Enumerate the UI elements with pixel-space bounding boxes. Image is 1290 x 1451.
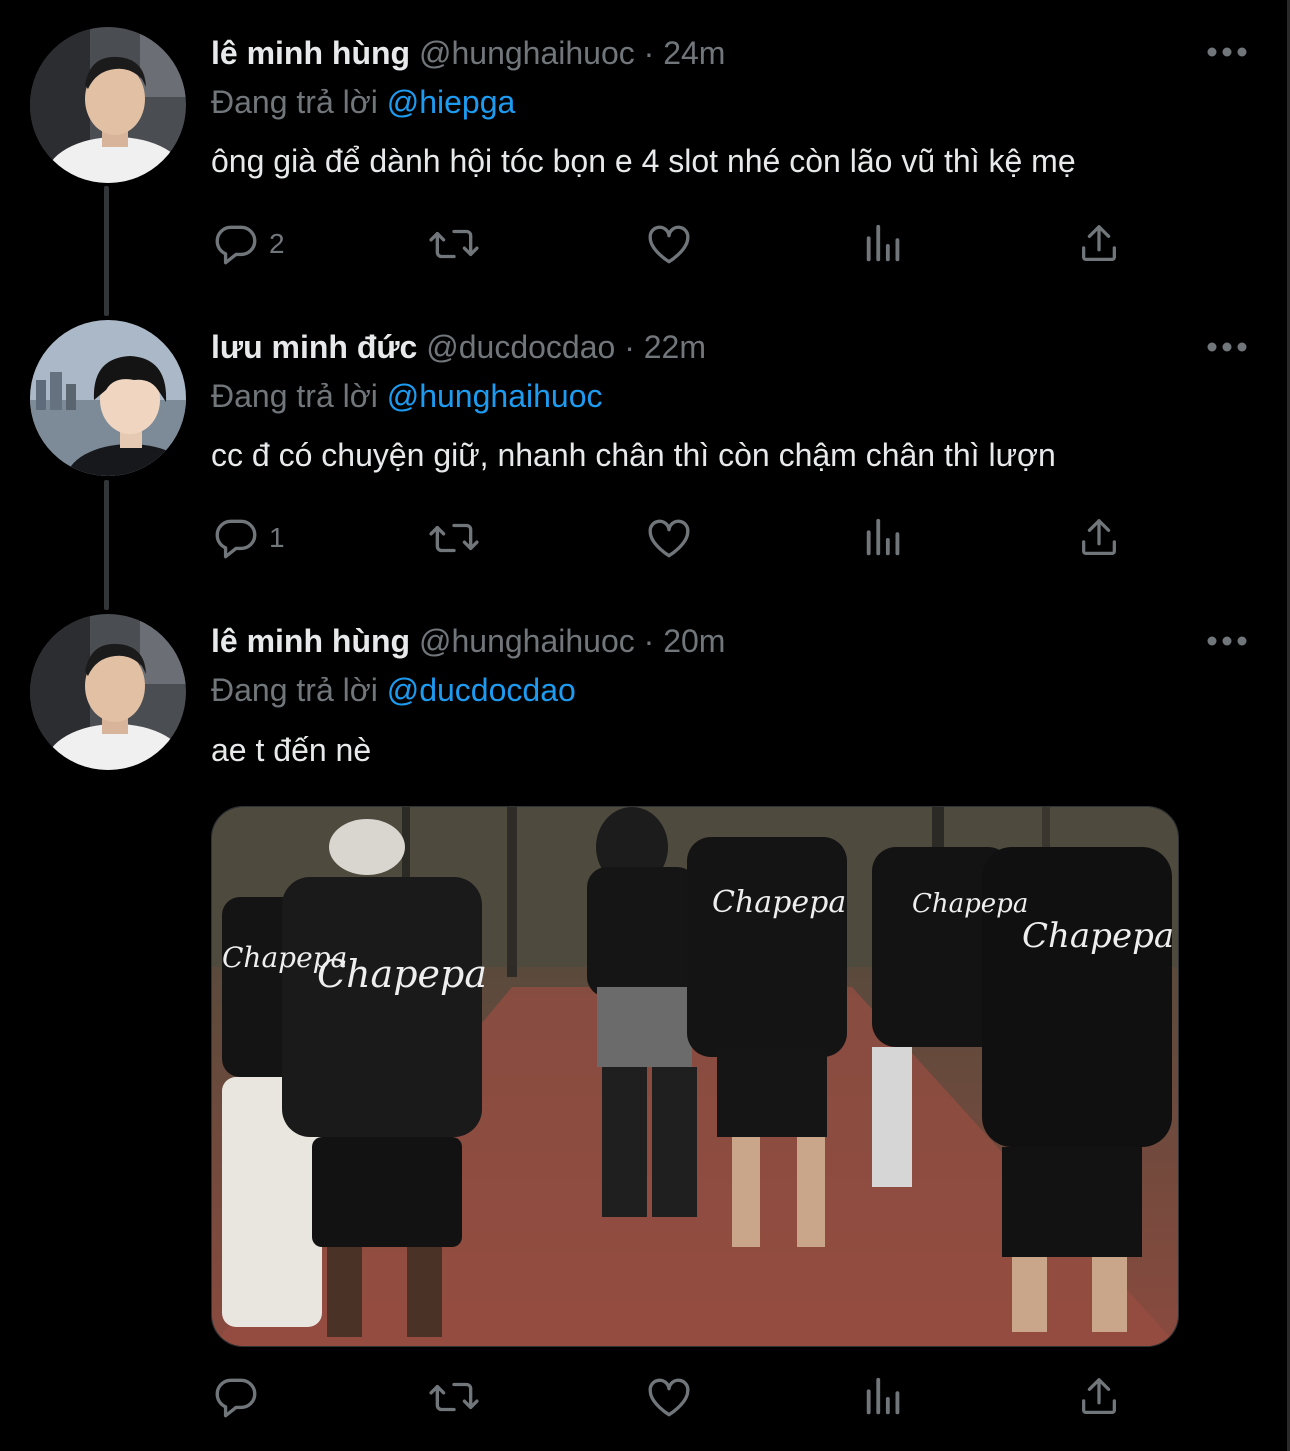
tweet-text: cc đ có chuyện giữ, nhanh chân thì còn c… [211,437,1056,473]
heart-icon [648,519,690,558]
separator-dot: · [643,623,655,659]
retweet-button[interactable] [426,216,482,272]
timestamp[interactable]: 20m [663,623,725,659]
share-button[interactable] [1076,510,1122,566]
action-bar [211,1369,1141,1425]
mention-link[interactable]: @hiepga [387,84,516,120]
views-button[interactable] [861,216,907,272]
timestamp[interactable]: 22m [644,329,706,365]
tweet[interactable]: lê minh hùng @hunghaihuoc · 20m Đang trả… [0,600,1287,1451]
action-bar: 2 [211,216,1141,272]
replying-to: Đang trả lời @hunghaihuoc [211,376,602,416]
views-button[interactable] [861,510,907,566]
share-icon [1082,1378,1116,1414]
tweet-text: ông già để dành hội tóc bọn e 4 slot nhé… [211,143,1076,179]
tweet-header: lê minh hùng @hunghaihuoc · 24m [211,33,725,73]
views-button[interactable] [861,1369,907,1425]
reply-bubble-icon [215,1378,257,1418]
shirt-logo-text: Chapepa [712,885,846,920]
more-horizontal-icon[interactable] [1206,337,1248,357]
tweet-header: lê minh hùng @hunghaihuoc · 20m [211,621,725,661]
share-button[interactable] [1076,216,1122,272]
replying-to-label: Đang trả lời [211,84,387,120]
like-button[interactable] [644,510,694,566]
thread-view: lê minh hùng @hunghaihuoc · 24m Đang trả… [0,0,1290,1451]
like-button[interactable] [644,216,694,272]
tweet-text: ae t đến nè [211,732,372,768]
heart-icon [648,225,690,264]
replying-to-label: Đang trả lời [211,378,387,414]
reply-bubble-icon [215,225,257,265]
share-icon [1082,519,1116,555]
mention-link[interactable]: @hunghaihuoc [387,378,603,414]
tweet-media-video[interactable]: Chapepa Chapepa Chapepa Chapepa Chapepa [211,806,1179,1347]
like-button[interactable] [644,1369,694,1425]
username[interactable]: @hunghaihuoc [419,35,635,71]
display-name[interactable]: lê minh hùng [211,35,410,71]
reply-count: 1 [269,522,285,553]
mention-link[interactable]: @ducdocdao [387,672,576,708]
tweet[interactable]: lưu minh đức @ducdocdao · 22m Đang trả l… [0,300,1287,600]
reply-button[interactable]: 1 [211,510,285,566]
replying-to: Đang trả lời @ducdocdao [211,670,576,710]
avatar[interactable] [30,614,186,770]
shirt-logo-text: Chapepa [912,889,1028,919]
display-name[interactable]: lưu minh đức [211,329,417,365]
views-bar-chart-icon [866,1377,900,1415]
retweet-icon [429,229,479,259]
media-image: Chapepa Chapepa Chapepa Chapepa Chapepa [212,807,1178,1346]
more-horizontal-icon[interactable] [1206,631,1248,651]
avatar[interactable] [30,27,186,183]
username[interactable]: @ducdocdao [426,329,615,365]
reply-button[interactable]: 2 [211,216,285,272]
shirt-logo-text: Chapepa [1022,916,1174,956]
share-button[interactable] [1076,1369,1122,1425]
retweet-icon [429,1382,479,1412]
avatar[interactable] [30,320,186,476]
reply-count: 2 [269,228,285,259]
replying-to: Đang trả lời @hiepga [211,82,515,122]
tweet[interactable]: lê minh hùng @hunghaihuoc · 24m Đang trả… [0,0,1287,300]
tweet-header: lưu minh đức @ducdocdao · 22m [211,327,706,367]
username[interactable]: @hunghaihuoc [419,623,635,659]
retweet-button[interactable] [426,1369,482,1425]
views-bar-chart-icon [866,224,900,262]
replying-to-label: Đang trả lời [211,672,387,708]
separator-dot: · [624,329,635,365]
share-icon [1082,225,1116,261]
heart-icon [648,1378,690,1417]
reply-button[interactable] [211,1369,269,1425]
views-bar-chart-icon [866,518,900,556]
display-name[interactable]: lê minh hùng [211,623,410,659]
separator-dot: · [643,35,655,71]
more-horizontal-icon[interactable] [1206,42,1248,62]
reply-bubble-icon [215,519,257,559]
retweet-button[interactable] [426,510,482,566]
action-bar: 1 [211,510,1141,566]
shirt-logo-text: Chapepa [222,941,347,974]
retweet-icon [429,523,479,553]
timestamp[interactable]: 24m [663,35,725,71]
